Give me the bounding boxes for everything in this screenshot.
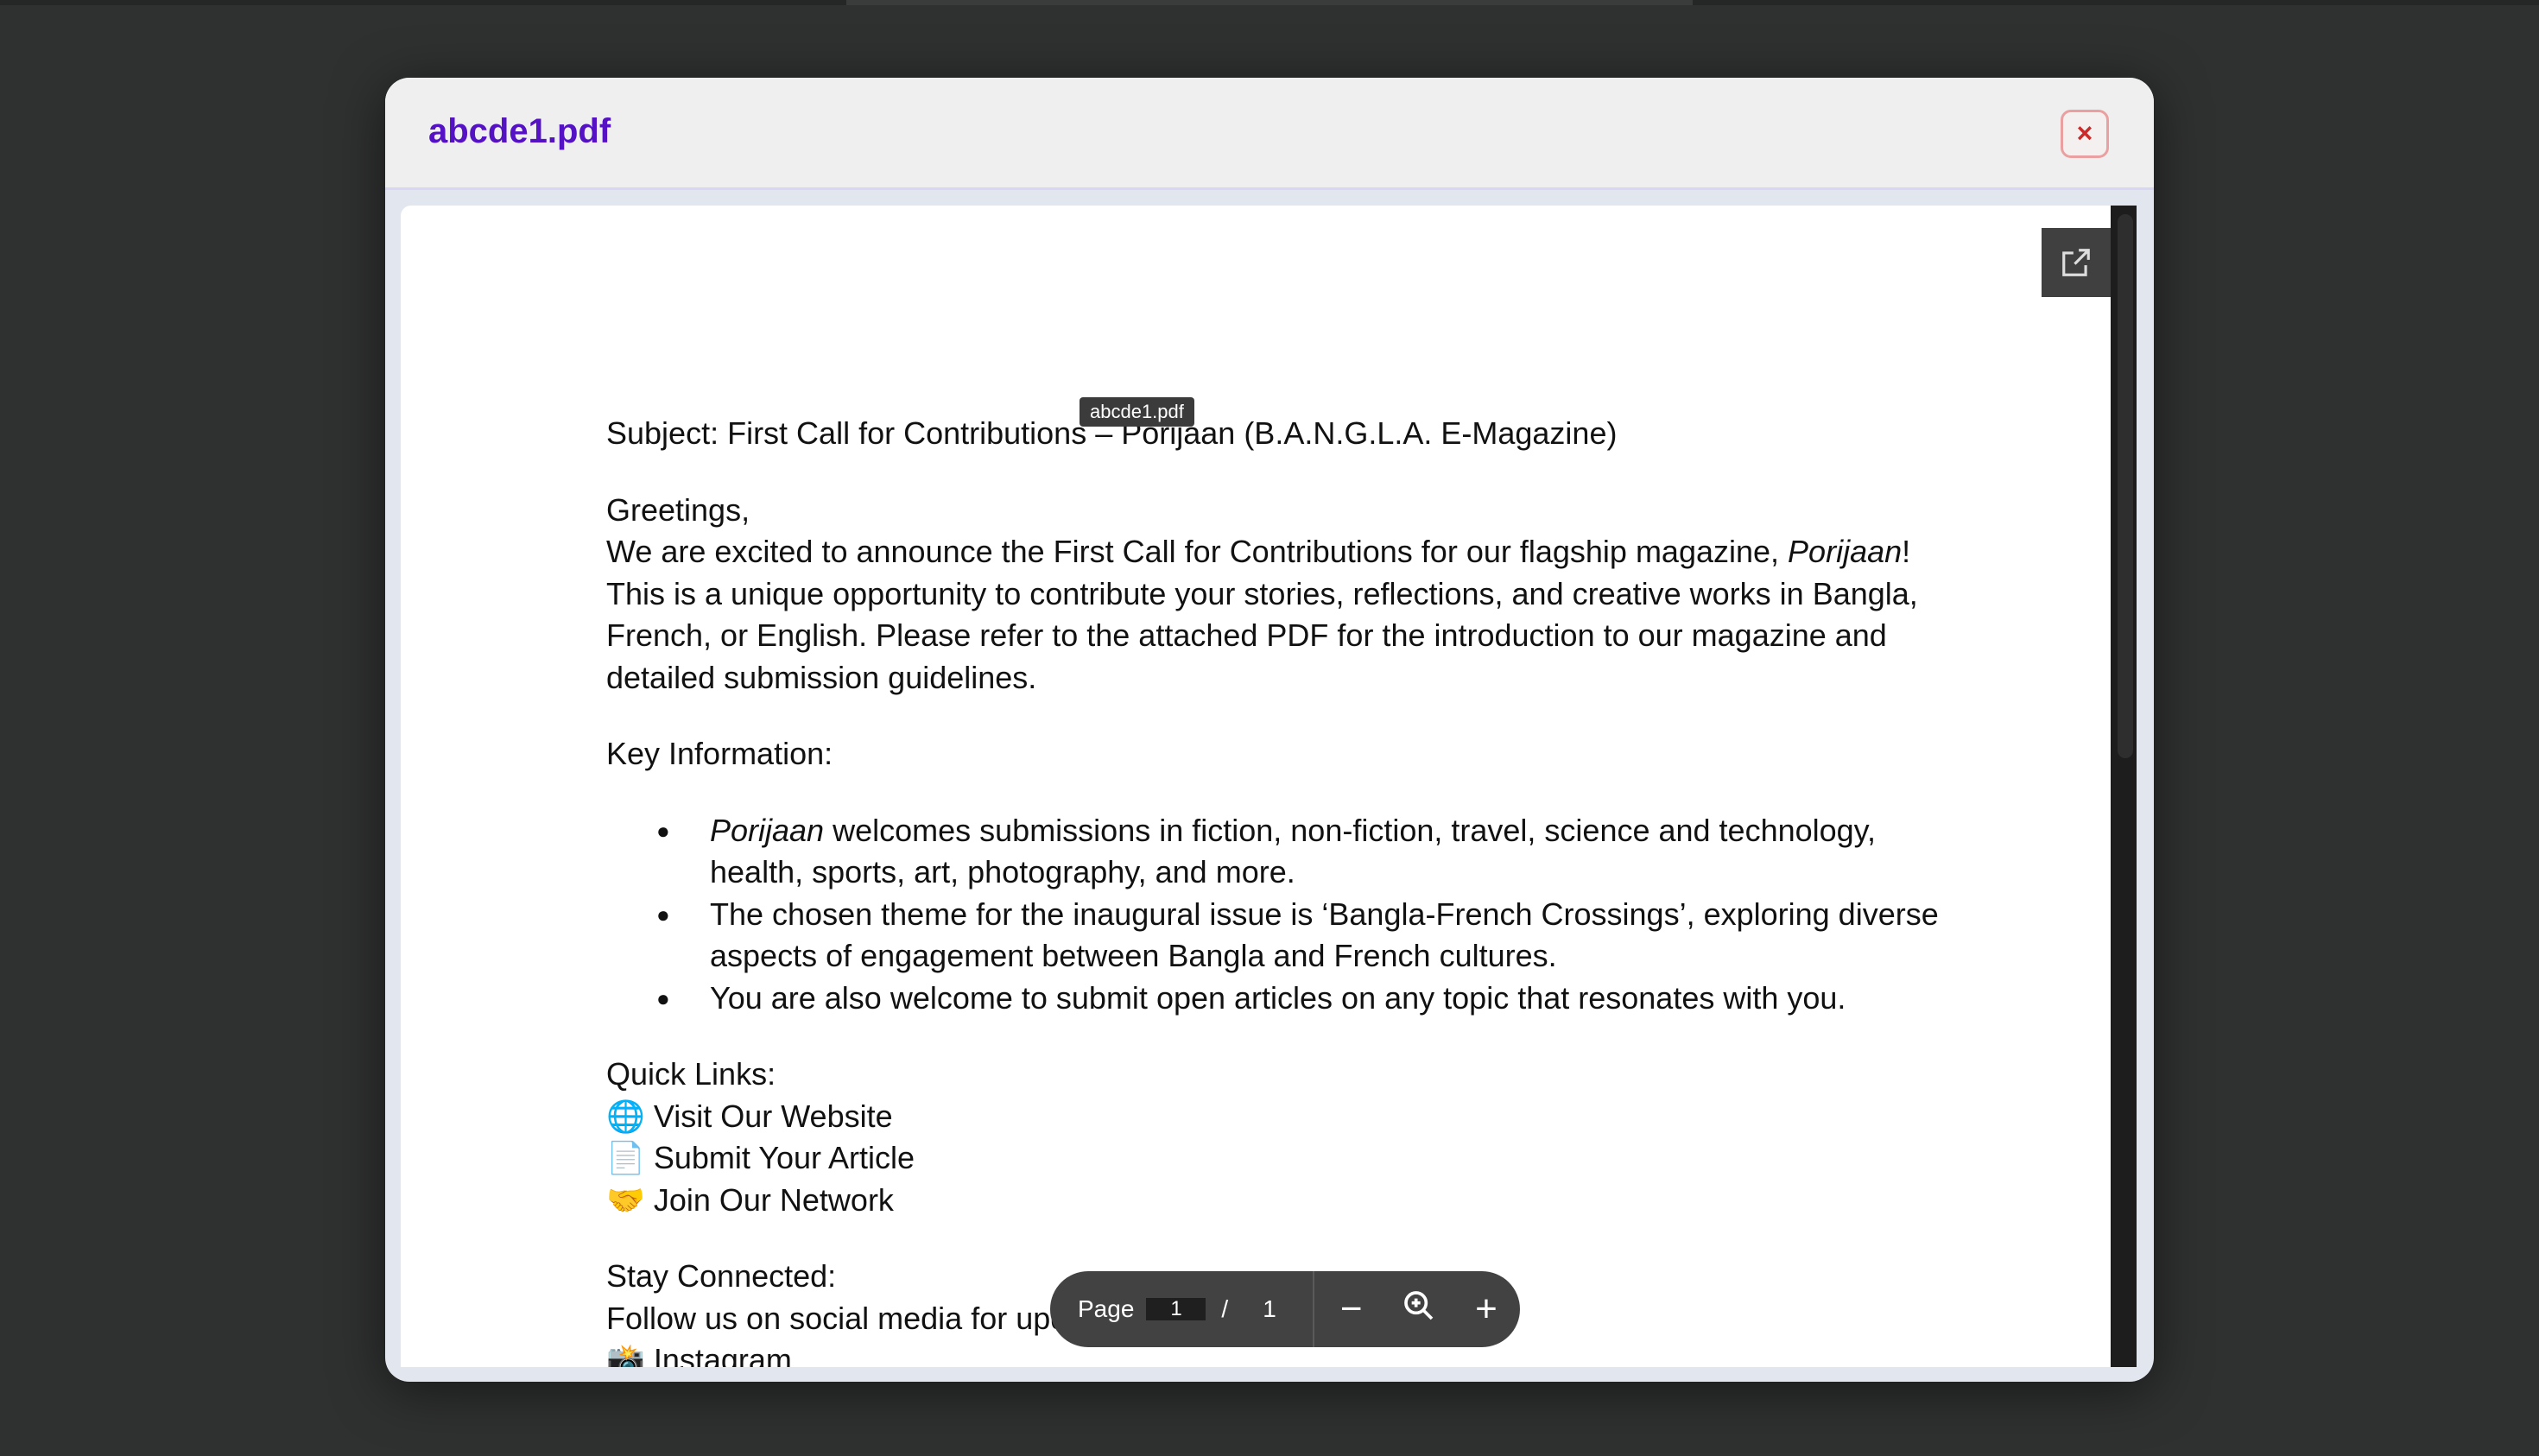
quick-links: Quick Links: 🌐 Visit Our Website 📄 Submi… — [606, 1054, 1953, 1221]
filename-tooltip: abcde1.pdf — [1080, 397, 1194, 427]
quick-heading: Quick Links: — [606, 1056, 776, 1092]
scrollbar[interactable] — [2111, 206, 2137, 1367]
intro-paragraph: Greetings, We are excited to announce the… — [606, 490, 1953, 700]
magnifier-icon — [1404, 1291, 1434, 1320]
list-item: The chosen theme for the inaugural issue… — [606, 894, 1953, 978]
list-item: You are also welcome to submit open arti… — [606, 978, 1953, 1020]
open-external-button[interactable] — [2042, 228, 2111, 297]
zoom-in-button[interactable]: + — [1453, 1290, 1520, 1328]
stay-heading: Stay Connected: — [606, 1258, 837, 1294]
link-website[interactable]: Visit Our Website — [654, 1098, 893, 1134]
key-list: Porijaan welcomes submissions in fiction… — [606, 810, 1953, 1020]
toolbar-divider — [1312, 1271, 1314, 1347]
browser-top-strip — [0, 0, 2539, 5]
key-heading: Key Information: — [606, 736, 833, 771]
pdf-toolbar: Page 1 / 1 − + — [1050, 1271, 1520, 1347]
zoom-fit-button[interactable] — [1385, 1288, 1453, 1330]
page-total: 1 — [1263, 1295, 1276, 1322]
page-separator: / — [1221, 1295, 1229, 1322]
subject-line: Subject: First Call for Contributions – … — [606, 415, 1618, 451]
modal-header: abcde1.pdf × — [385, 78, 2154, 190]
list-item: Porijaan welcomes submissions in fiction… — [606, 810, 1953, 894]
open-external-icon — [2062, 249, 2090, 276]
globe-icon: 🌐 — [606, 1098, 645, 1134]
link-submit[interactable]: Submit Your Article — [654, 1140, 915, 1175]
scrollbar-thumb[interactable] — [2118, 214, 2133, 758]
greeting: Greetings, — [606, 491, 750, 528]
link-network[interactable]: Join Our Network — [654, 1182, 894, 1218]
link-instagram[interactable]: Instagram — [654, 1342, 792, 1367]
camera-icon: 📸 — [606, 1342, 645, 1367]
intro-text: We are excited to announce the First Cal… — [606, 534, 1789, 569]
pdf-document: Subject: First Call for Contributions – … — [606, 413, 1953, 1367]
pdf-viewer: Subject: First Call for Contributions – … — [401, 206, 2137, 1367]
pdf-modal: abcde1.pdf × Subject: First Call for Con… — [385, 78, 2154, 1382]
page-input[interactable]: 1 — [1146, 1298, 1206, 1320]
page-label: Page — [1078, 1295, 1135, 1322]
modal-title: abcde1.pdf — [428, 112, 611, 150]
document-icon: 📄 — [606, 1140, 645, 1175]
close-button[interactable]: × — [2061, 110, 2109, 158]
zoom-out-button[interactable]: − — [1318, 1290, 1385, 1328]
magazine-name: Porijaan — [1788, 534, 1903, 569]
handshake-icon: 🤝 — [606, 1181, 645, 1218]
magazine-name: Porijaan — [710, 812, 825, 848]
bullet-text: welcomes submissions in fiction, non-fic… — [710, 812, 1877, 890]
